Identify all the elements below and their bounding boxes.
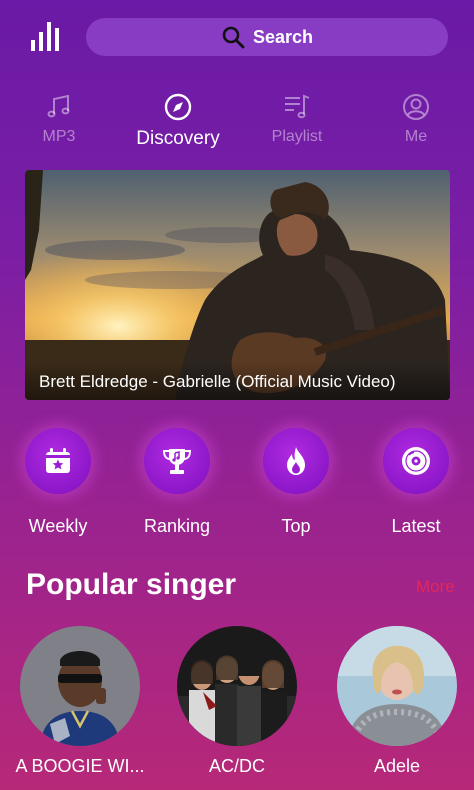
- category-icon-circle: [263, 428, 329, 494]
- disc-icon: [402, 447, 430, 475]
- singer-name: A BOOGIE WI...: [15, 756, 145, 776]
- search-icon: [222, 26, 245, 49]
- category-label: Weekly: [28, 516, 88, 536]
- main-tabs: MP3 Discovery Playlist Me: [0, 92, 474, 152]
- tab-label: Playlist: [271, 128, 323, 145]
- top-bar: Search: [0, 0, 474, 80]
- tab-me[interactable]: Me: [361, 92, 471, 152]
- tab-label: MP3: [42, 128, 76, 145]
- singer-card[interactable]: Adele: [327, 626, 467, 786]
- category-label: Ranking: [143, 516, 211, 536]
- search-bar[interactable]: Search: [86, 18, 448, 56]
- category-ranking[interactable]: Ranking: [132, 425, 222, 545]
- featured-video-card[interactable]: Brett Eldredge - Gabrielle (Official Mus…: [25, 170, 450, 400]
- search-label: Search: [252, 26, 314, 47]
- flame-icon: [287, 447, 305, 475]
- calendar-star-icon: [46, 448, 70, 473]
- singer-avatar: [337, 626, 457, 746]
- trophy-icon: [162, 449, 192, 474]
- singer-photo: [20, 626, 140, 746]
- tab-discovery[interactable]: Discovery: [123, 92, 233, 152]
- category-top[interactable]: Top: [251, 425, 341, 545]
- category-shortcuts: Weekly Ranking Top Latest: [0, 425, 474, 545]
- category-icon-circle: [25, 428, 91, 494]
- compass-icon: [164, 93, 192, 121]
- category-label: Top: [281, 516, 311, 536]
- playlist-icon: [285, 94, 310, 119]
- music-note-icon: [47, 94, 70, 118]
- singer-avatar: [177, 626, 297, 746]
- singer-photo: [337, 626, 457, 746]
- category-icon-circle: [144, 428, 210, 494]
- singer-avatar: [20, 626, 140, 746]
- user-icon: [403, 94, 429, 120]
- section-title-popular-singer: Popular singer: [26, 568, 237, 601]
- category-latest[interactable]: Latest: [371, 425, 461, 545]
- tab-label: Discovery: [136, 128, 220, 149]
- singer-card[interactable]: AC/DC: [167, 626, 307, 786]
- category-icon-circle: [383, 428, 449, 494]
- category-weekly[interactable]: Weekly: [13, 425, 103, 545]
- singer-name: AC/DC: [208, 756, 265, 776]
- singer-card[interactable]: A BOOGIE WI...: [10, 626, 150, 786]
- tab-playlist[interactable]: Playlist: [242, 92, 352, 152]
- singer-list: A BOOGIE WI... AC/DC Adele: [0, 626, 474, 786]
- more-link[interactable]: More: [416, 577, 455, 597]
- singer-name: Adele: [373, 756, 421, 776]
- tab-label: Me: [404, 128, 428, 145]
- tab-mp3[interactable]: MP3: [4, 92, 114, 152]
- equalizer-icon[interactable]: [28, 18, 62, 52]
- singer-photo: [177, 626, 297, 746]
- video-title: Brett Eldredge - Gabrielle (Official Mus…: [39, 372, 396, 391]
- category-label: Latest: [391, 516, 441, 536]
